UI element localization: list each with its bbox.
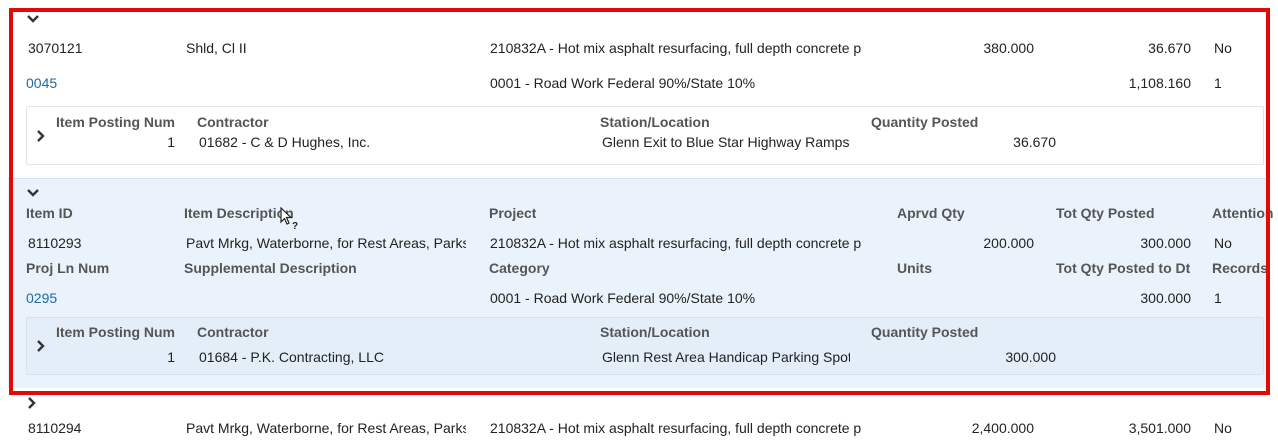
item-id-value: 8110293 xyxy=(28,235,82,251)
aprvd-qty-value: 200.000 xyxy=(983,235,1034,251)
category-value: 0001 - Road Work Federal 90%/State 10% xyxy=(490,75,756,91)
tot-qty-posted-value: 3,501.000 xyxy=(1128,420,1191,436)
attention-value: No xyxy=(1214,40,1232,56)
quantity-posted-value: 300.000 xyxy=(1005,349,1056,365)
proj-ln-num-link[interactable]: 0045 xyxy=(26,75,57,91)
records-value: 1 xyxy=(1214,75,1222,91)
proj-ln-num-link[interactable]: 0295 xyxy=(26,290,57,306)
item-description-value: Shld, Cl II xyxy=(186,40,247,56)
tot-qty-posted-value: 36.670 xyxy=(1148,40,1191,56)
station-location-value: Glenn Exit to Blue Star Highway Ramps xyxy=(602,134,850,150)
aprvd-qty-value: 2,400.000 xyxy=(971,420,1034,436)
item-description-value: Pavt Mrkg, Waterborne, for Rest Areas, P… xyxy=(186,235,466,251)
project-value: 210832A - Hot mix asphalt resurfacing, f… xyxy=(490,235,862,251)
station-location-value: Glenn Rest Area Handicap Parking Spot xyxy=(602,349,850,365)
aprvd-qty-value: 380.000 xyxy=(983,40,1034,56)
project-value: 210832A - Hot mix asphalt resurfacing, f… xyxy=(490,40,862,56)
contractor-header: Contractor xyxy=(197,324,269,340)
item-description-header: Item Description xyxy=(184,205,294,221)
collapsed-chevron-icon[interactable] xyxy=(26,396,38,413)
records-value: 1 xyxy=(1214,290,1222,306)
project-value: 210832A - Hot mix asphalt resurfacing, f… xyxy=(490,420,862,436)
quantity-posted-header: Quantity Posted xyxy=(871,324,979,340)
tot-qty-posted-to-dt-value: 1,108.160 xyxy=(1128,75,1191,91)
proj-ln-num-header: Proj Ln Num xyxy=(26,260,110,276)
station-location-header: Station/Location xyxy=(600,324,710,340)
item-description-value: Pavt Mrkg, Waterborne, for Rest Areas, P… xyxy=(186,420,466,436)
records-header: Records xyxy=(1212,260,1269,276)
tot-qty-posted-to-dt-header: Tot Qty Posted to Dt xyxy=(1056,260,1191,276)
expand-chevron-icon[interactable] xyxy=(26,12,40,29)
expand-posting-chevron-icon[interactable] xyxy=(36,339,46,356)
mouse-pointer-icon: ? xyxy=(279,206,301,234)
svg-text:?: ? xyxy=(292,221,298,231)
attention-value: No xyxy=(1214,235,1232,251)
item-id-value: 3070121 xyxy=(28,40,83,56)
expand-chevron-icon[interactable] xyxy=(26,186,40,203)
attention-header: Attention xyxy=(1212,205,1274,221)
project-header: Project xyxy=(489,205,537,221)
quantity-posted-header: Quantity Posted xyxy=(871,114,979,130)
tot-qty-posted-to-dt-value: 300.000 xyxy=(1140,290,1191,306)
tot-qty-posted-value: 300.000 xyxy=(1140,235,1191,251)
aprvd-qty-header: Aprvd Qty xyxy=(897,205,965,221)
station-location-header: Station/Location xyxy=(600,114,710,130)
category-header: Category xyxy=(489,260,550,276)
item-id-header: Item ID xyxy=(26,205,73,221)
item-posting-num-header: Item Posting Num xyxy=(56,324,176,340)
contractor-header: Contractor xyxy=(197,114,269,130)
contractor-value: 01682 - C & D Hughes, Inc. xyxy=(199,134,371,150)
item-posting-num-header: Item Posting Num xyxy=(56,114,176,130)
supplemental-description-header: Supplemental Description xyxy=(184,260,357,276)
quantity-posted-value: 36.670 xyxy=(1013,134,1056,150)
item-posting-num-value: 1 xyxy=(167,349,175,365)
attention-value: No xyxy=(1214,420,1232,436)
category-value: 0001 - Road Work Federal 90%/State 10% xyxy=(490,290,756,306)
expand-posting-chevron-icon[interactable] xyxy=(36,129,46,146)
units-header: Units xyxy=(897,260,932,276)
item-id-value: 8110294 xyxy=(28,420,82,436)
tot-qty-posted-header: Tot Qty Posted xyxy=(1056,205,1155,221)
item-posting-num-value: 1 xyxy=(167,134,175,150)
contractor-value: 01684 - P.K. Contracting, LLC xyxy=(199,349,384,365)
